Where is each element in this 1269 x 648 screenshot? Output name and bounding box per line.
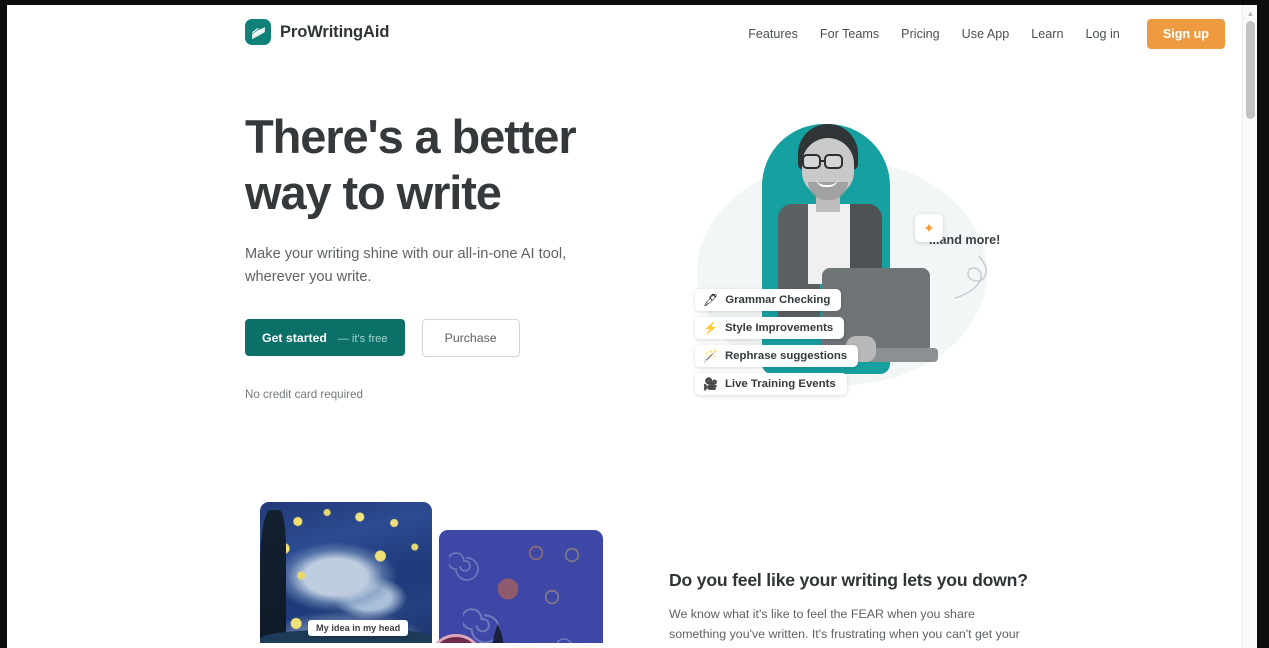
feature-chip-label: Rephrase suggestions <box>724 350 848 362</box>
feature-chip-label: Grammar Checking <box>725 294 831 306</box>
page-title: There's a better way to write <box>245 110 577 219</box>
hero-actions: Get started — it's free Purchase <box>245 318 645 357</box>
brand-logo[interactable]: ProWritingAid <box>245 19 389 45</box>
get-started-sublabel: — it's free <box>337 333 388 346</box>
nav-item-pricing[interactable]: Pricing <box>890 27 951 41</box>
feature-chip-grammar-checking[interactable]: 🖋 Grammar Checking <box>695 289 842 311</box>
glasses-right-lens <box>824 154 843 169</box>
web-page: ProWritingAid Features For Teams Pricing… <box>7 5 1242 648</box>
pen-icon: 🖋 <box>703 293 719 307</box>
hero-illustration: ...and more! ✦ 🖋 Grammar Checking ⚡ Styl… <box>667 102 1027 432</box>
magic-wand-icon: 🪄 <box>703 349 718 363</box>
section-two-title: Do you feel like your writing lets you d… <box>669 570 1028 590</box>
nav-item-features[interactable]: Features <box>737 27 809 41</box>
no-credit-card-note: No credit card required <box>245 387 363 401</box>
cypress-tree <box>260 510 286 648</box>
section-two-body: We know what it's like to feel the FEAR … <box>669 607 1020 648</box>
browser-viewport: ProWritingAid Features For Teams Pricing… <box>7 5 1257 648</box>
spiral-doodle-icon <box>449 552 479 581</box>
section-two-copy: Do you feel like your writing lets you d… <box>669 570 1029 648</box>
page-bottom-edge <box>7 643 1242 648</box>
scrollbar-thumb[interactable] <box>1246 21 1255 119</box>
lightning-bolt-icon: ⚡ <box>703 321 718 335</box>
feature-chip-list: 🖋 Grammar Checking ⚡ Style Improvements … <box>695 289 955 395</box>
feature-chip-label: Live Training Events <box>724 378 836 390</box>
simplified-painting <box>439 530 603 648</box>
video-camera-icon: 🎥 <box>703 377 718 391</box>
star-doodle-icon <box>544 589 560 605</box>
nav-item-for-teams[interactable]: For Teams <box>809 27 890 41</box>
feature-chip-live-training-events[interactable]: 🎥 Live Training Events <box>695 373 847 395</box>
artwork-group: My idea in my head <box>253 502 603 648</box>
get-started-label: Get started <box>262 331 327 346</box>
hero-subtitle: Make your writing shine with our all-in-… <box>245 245 567 285</box>
glasses-bridge <box>821 160 826 163</box>
sparkle-icon: ✦ <box>915 214 943 242</box>
feature-chip-rephrase-suggestions[interactable]: 🪄 Rephrase suggestions <box>695 345 859 367</box>
hero-copy: There's a better way to write Make your … <box>245 109 645 401</box>
artwork-caption: My idea in my head <box>308 620 409 636</box>
glasses-left-lens <box>802 154 821 169</box>
sun-doodle-icon <box>497 578 519 600</box>
chevron-up-icon[interactable]: ▲ <box>1246 9 1255 18</box>
star-doodle-icon <box>528 545 544 561</box>
brand-name: ProWritingAid <box>280 22 390 41</box>
nav-item-use-app[interactable]: Use App <box>951 27 1021 41</box>
stacked-pages-icon <box>245 19 271 45</box>
vertical-scrollbar[interactable]: ▲ <box>1242 5 1257 648</box>
star-doodle-icon <box>564 547 580 563</box>
nav-item-log-in[interactable]: Log in <box>1075 27 1131 41</box>
feature-chip-style-improvements[interactable]: ⚡ Style Improvements <box>695 317 845 339</box>
hero-section: There's a better way to write Make your … <box>7 62 1242 482</box>
feature-chip-label: Style Improvements <box>724 322 834 334</box>
browser-frame: ProWritingAid Features For Teams Pricing… <box>0 0 1269 648</box>
sign-up-button[interactable]: Sign up <box>1146 18 1225 49</box>
get-started-button[interactable]: Get started — it's free <box>245 319 405 357</box>
site-header: ProWritingAid Features For Teams Pricing… <box>7 5 1242 62</box>
main-navigation: Features For Teams Pricing Use App Learn… <box>737 5 1225 62</box>
writing-problem-section: My idea in my head Do you feel like your… <box>7 482 1242 648</box>
nav-item-learn[interactable]: Learn <box>1020 27 1074 41</box>
purchase-button[interactable]: Purchase <box>421 318 520 357</box>
